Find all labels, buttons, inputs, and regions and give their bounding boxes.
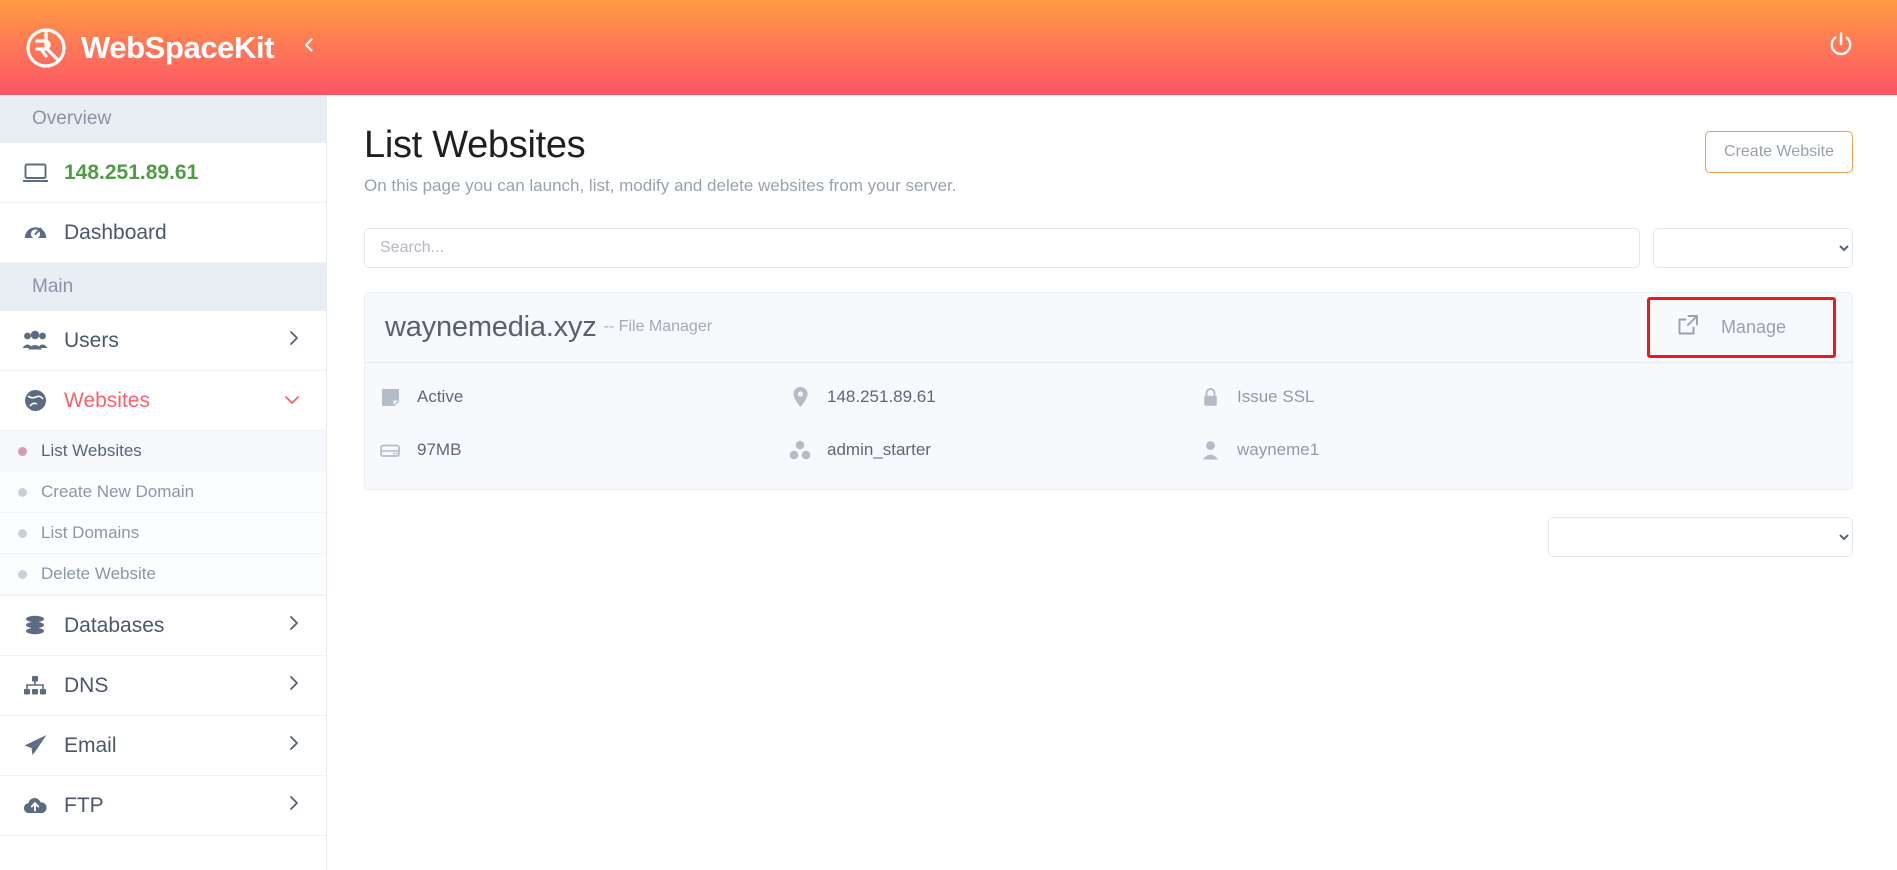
manage-highlight-box: Manage xyxy=(1646,296,1836,358)
power-icon xyxy=(1826,30,1856,65)
external-link-icon xyxy=(1677,314,1699,341)
sidebar-collapse-button[interactable] xyxy=(292,31,326,65)
sidebar-item-users[interactable]: Users xyxy=(0,311,326,371)
website-status-cell: Active xyxy=(379,387,789,407)
table-row: 97MB admin_starter wayneme1 xyxy=(365,424,1852,477)
users-icon xyxy=(18,330,52,352)
sidebar-item-list-domains[interactable]: List Domains xyxy=(0,513,326,554)
table-row: Active 148.251.89.61 Issue SSL xyxy=(365,371,1852,424)
sitemap-icon xyxy=(18,675,52,697)
sidebar-item-email[interactable]: Email xyxy=(0,716,326,776)
pagination-row xyxy=(364,516,1853,557)
main-content: List Websites On this page you can launc… xyxy=(328,95,1897,870)
chevron-left-icon xyxy=(300,36,318,59)
sidebar-section-overview: Overview xyxy=(0,95,326,143)
page-title: List Websites xyxy=(364,124,586,166)
create-website-button[interactable]: Create Website xyxy=(1705,131,1853,173)
sidebar-item-delete-website[interactable]: Delete Website xyxy=(0,554,326,595)
sidebar-item-databases[interactable]: Databases xyxy=(0,596,326,656)
lock-icon xyxy=(1199,387,1221,407)
monitor-icon xyxy=(18,160,52,185)
sidebar-item-label: Users xyxy=(64,328,119,352)
chevron-right-icon xyxy=(288,795,300,816)
user-icon xyxy=(1199,440,1221,460)
paper-plane-icon xyxy=(18,733,52,758)
website-package-value: admin_starter xyxy=(827,440,931,460)
chevron-down-icon xyxy=(284,391,300,411)
sidebar-section-label: Main xyxy=(32,276,74,297)
map-pin-icon xyxy=(789,386,811,408)
cloud-upload-icon xyxy=(18,796,52,816)
webspacekit-logo-icon xyxy=(24,26,68,70)
filter-row xyxy=(364,227,1853,268)
database-icon xyxy=(18,614,52,638)
website-package-cell: admin_starter xyxy=(789,440,1199,461)
sidebar-item-label: Email xyxy=(64,733,117,757)
website-ssl-cell[interactable]: Issue SSL xyxy=(1199,387,1599,407)
bullet-icon xyxy=(18,569,27,579)
note-icon xyxy=(379,388,401,407)
website-card-header: waynemedia.xyz -- File Manager Manage xyxy=(365,293,1852,363)
manage-button-label: Manage xyxy=(1720,316,1786,337)
hdd-icon xyxy=(379,442,401,459)
sidebar-item-dashboard[interactable]: Dashboard xyxy=(0,203,326,263)
sidebar-item-label: Websites xyxy=(64,388,150,412)
sidebar-item-label: Databases xyxy=(64,613,165,637)
website-ip-cell: 148.251.89.61 xyxy=(789,386,1199,408)
website-detail-rows: Active 148.251.89.61 Issue SSL 97MB admi… xyxy=(365,363,1852,489)
pagination-select[interactable] xyxy=(1548,516,1853,557)
chevron-right-icon xyxy=(288,735,300,756)
brand-name: WebSpaceKit xyxy=(81,29,275,65)
page-header: List Websites On this page you can launc… xyxy=(364,124,1853,196)
website-status-value: Active xyxy=(417,387,464,407)
package-icon xyxy=(789,440,811,461)
sidebar-section-label: Overview xyxy=(32,108,112,129)
website-owner-value: wayneme1 xyxy=(1237,440,1320,460)
website-ssl-value: Issue SSL xyxy=(1237,387,1315,407)
globe-icon xyxy=(18,388,52,413)
bullet-icon xyxy=(18,446,27,456)
search-input[interactable] xyxy=(364,227,1640,268)
sidebar-item-server-ip[interactable]: 148.251.89.61 xyxy=(0,143,326,203)
sidebar-item-create-new-domain[interactable]: Create New Domain xyxy=(0,472,326,513)
top-header-bar: WebSpaceKit xyxy=(0,0,1897,95)
website-ip-value: 148.251.89.61 xyxy=(827,387,936,407)
chevron-right-icon xyxy=(288,330,300,351)
sidebar-item-label: FTP xyxy=(64,793,104,817)
sidebar-navigation: Overview 148.251.89.61 Dashboard Main Us… xyxy=(0,95,327,870)
chevron-right-icon xyxy=(288,615,300,636)
website-disk-value: 97MB xyxy=(417,440,462,460)
website-disk-cell: 97MB xyxy=(379,440,789,460)
sidebar-item-dns[interactable]: DNS xyxy=(0,656,326,716)
sidebar-item-label: Dashboard xyxy=(64,220,167,244)
website-file-manager-link[interactable]: -- File Manager xyxy=(604,318,712,336)
sidebar-item-list-websites[interactable]: List Websites xyxy=(0,431,326,472)
website-card: waynemedia.xyz -- File Manager Manage Ac… xyxy=(364,291,1853,490)
bullet-icon xyxy=(18,487,27,497)
page-subtitle: On this page you can launch, list, modif… xyxy=(364,175,957,195)
bullet-icon xyxy=(18,528,27,538)
submenu-item-label: Delete Website xyxy=(41,564,156,583)
website-owner-cell: wayneme1 xyxy=(1199,440,1599,460)
sidebar-item-ftp[interactable]: FTP xyxy=(0,776,326,836)
submenu-item-label: List Websites xyxy=(41,441,142,460)
page-header-text: List Websites On this page you can launc… xyxy=(364,124,1705,196)
submenu-item-label: List Domains xyxy=(41,523,140,542)
submenu-item-label: Create New Domain xyxy=(41,482,195,501)
brand-logo-area[interactable]: WebSpaceKit xyxy=(24,26,275,70)
websites-submenu: List Websites Create New Domain List Dom… xyxy=(0,431,326,596)
logout-power-button[interactable] xyxy=(1821,28,1861,68)
manage-button[interactable]: Manage xyxy=(1652,302,1831,352)
filter-select[interactable] xyxy=(1653,227,1853,268)
gauge-icon xyxy=(18,220,52,245)
website-domain[interactable]: waynemedia.xyz xyxy=(385,311,597,344)
sidebar-item-label: 148.251.89.61 xyxy=(64,160,199,184)
sidebar-item-websites[interactable]: Websites xyxy=(0,371,326,431)
sidebar-item-label: DNS xyxy=(64,673,109,697)
sidebar-section-main: Main xyxy=(0,263,326,311)
chevron-right-icon xyxy=(288,675,300,696)
